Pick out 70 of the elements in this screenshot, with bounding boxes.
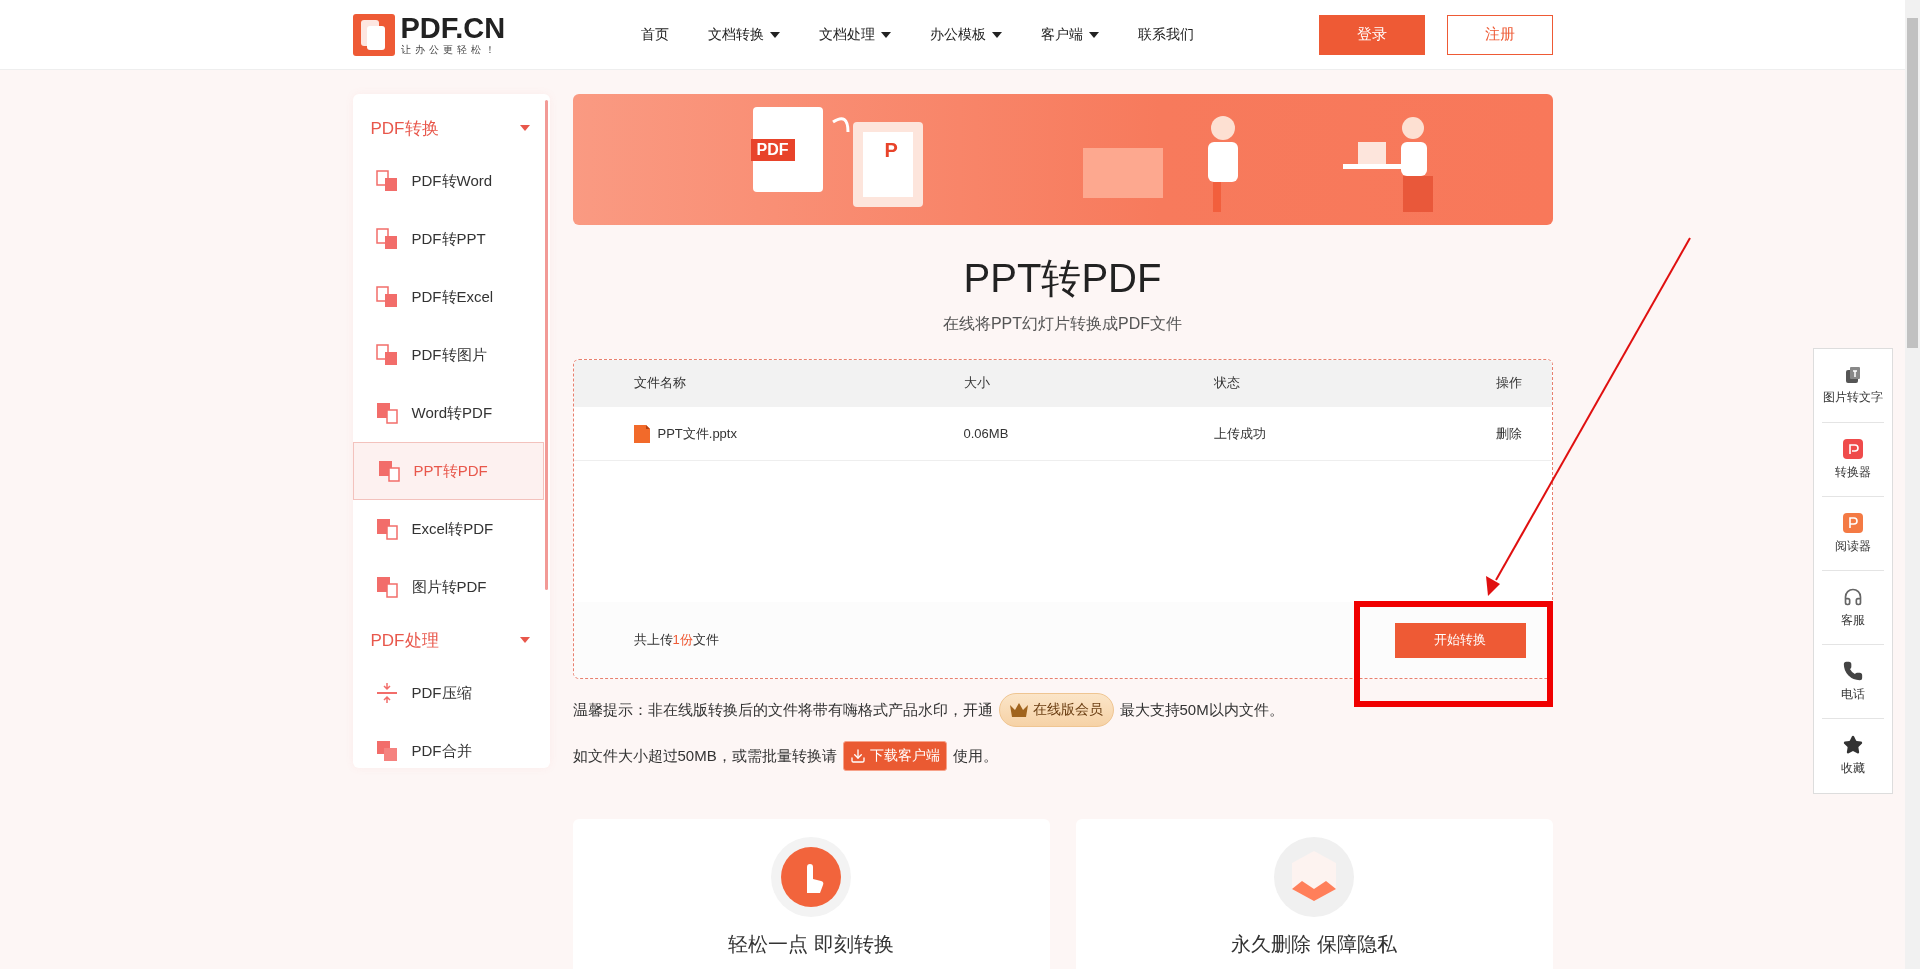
toolbar-item[interactable]: 客服 (1822, 571, 1884, 645)
file-convert-icon (375, 576, 398, 598)
notice-text: 使用。 (952, 746, 998, 766)
table-cell-text: 上传成功 (1213, 424, 1267, 443)
toolbar-item[interactable]: 图片转文字 (1822, 349, 1884, 423)
member-badge[interactable]: 在线版会员 (998, 693, 1114, 727)
table-cell-text: 0.06MB (963, 426, 1010, 441)
feature-title: 永久删除 保障隐私 (1231, 932, 1397, 957)
banner-label: P (884, 139, 898, 162)
reader-app-icon (1843, 512, 1863, 533)
sidebar-group-title[interactable]: PDF转换 (370, 116, 439, 140)
phone-icon (1843, 660, 1863, 681)
tap-hand-icon (771, 837, 851, 917)
toolbar-item[interactable]: 阅读器 (1822, 497, 1884, 571)
merge-icon (375, 740, 398, 762)
feature-title: 轻松一点 即刻转换 (728, 932, 894, 957)
file-name: PPT文件.pptx (657, 424, 737, 443)
column-header: 大小 (963, 374, 991, 392)
sidebar-item[interactable]: PDF转PPT (352, 210, 544, 268)
notice-text: 如文件大小超过50MB，或需批量转换请 (572, 746, 837, 766)
sidebar-group-title[interactable]: PDF处理 (370, 628, 439, 652)
sidebar-item[interactable]: 图片转PDF (352, 558, 544, 616)
converter-app-icon (1843, 438, 1863, 459)
crown-icon (1009, 703, 1028, 717)
headset-icon (1843, 586, 1863, 607)
column-header: 状态 (1213, 374, 1241, 392)
notice-text: 温馨提示：非在线版转换后的文件将带有嗨格式产品水印，开通 (572, 700, 993, 720)
logo-icon (352, 13, 395, 56)
delete-link[interactable]: 删除 (1483, 424, 1522, 443)
logo-tagline: 让办公更轻松！ (400, 42, 500, 57)
sidebar-item[interactable]: Word转PDF (352, 384, 544, 442)
toolbar-item[interactable]: 电话 (1822, 645, 1884, 719)
file-convert-icon (375, 170, 398, 192)
toolbar-item[interactable]: 收藏 (1822, 719, 1884, 793)
image-text-icon (1844, 365, 1862, 384)
nav-link[interactable]: 客户端 (1040, 25, 1099, 44)
file-convert-icon (375, 344, 398, 366)
star-icon (1843, 735, 1863, 755)
notice-text: 最大支持50M以内文件。 (1119, 700, 1284, 720)
sidebar-item[interactable]: PDF压缩 (352, 664, 544, 722)
sidebar-item[interactable]: PDF转图片 (352, 326, 544, 384)
file-convert-icon (375, 402, 398, 424)
ppt-file-icon (633, 424, 650, 443)
nav-link[interactable]: 首页 (640, 25, 669, 44)
compress-icon (375, 682, 398, 704)
banner-label: PDF (750, 139, 795, 161)
register-button[interactable]: 注册 (1446, 14, 1553, 55)
toolbar-item[interactable]: 转换器 (1822, 423, 1884, 497)
nav-link[interactable]: 联系我们 (1137, 25, 1194, 44)
column-header: 操作 (1494, 374, 1522, 392)
cube-icon (1274, 837, 1354, 917)
scrollbar-thumb[interactable] (1907, 18, 1918, 348)
sidebar-item[interactable]: PDF转Excel (352, 268, 544, 326)
nav-link[interactable]: 办公模板 (929, 25, 1002, 44)
nav-link[interactable]: 文档转换 (707, 25, 780, 44)
logo-name: PDF.CN (400, 12, 506, 43)
file-convert-icon (377, 460, 400, 482)
column-header: 文件名称 (633, 374, 687, 392)
upload-summary: 共上传1份文件 (633, 631, 719, 649)
file-convert-icon (375, 286, 398, 308)
sidebar-item[interactable]: PDF合并 (352, 722, 544, 780)
nav-link[interactable]: 文档处理 (818, 25, 891, 44)
page-title: PPT转PDF (963, 255, 1162, 302)
file-convert-icon (375, 228, 398, 250)
sidebar-item[interactable]: PDF转Word (352, 152, 544, 210)
page-subtitle: 在线将PPT幻灯片转换成PDF文件 (942, 314, 1183, 334)
sidebar-item[interactable]: Excel转PDF (352, 500, 544, 558)
file-convert-icon (375, 518, 398, 540)
download-client-button[interactable]: 下载客户端 (842, 741, 947, 771)
download-icon (849, 748, 866, 764)
